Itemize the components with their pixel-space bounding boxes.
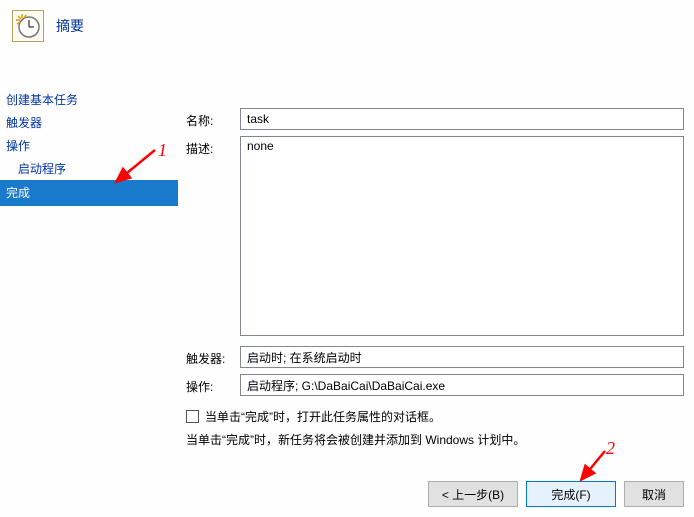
name-label: 名称: xyxy=(186,108,240,129)
back-button[interactable]: < 上一步(B) xyxy=(428,481,518,507)
finish-button[interactable]: 完成(F) xyxy=(526,481,616,507)
action-label: 操作: xyxy=(186,374,240,395)
finish-info-text: 当单击“完成”时，新任务将会被创建并添加到 Windows 计划中。 xyxy=(186,431,684,448)
open-properties-checkbox[interactable] xyxy=(186,410,199,423)
page-title: 摘要 xyxy=(56,16,84,36)
description-label: 描述: xyxy=(186,136,240,157)
wizard-steps-sidebar: 创建基本任务 触发器 操作 启动程序 完成 xyxy=(0,88,178,206)
sidebar-item-finish[interactable]: 完成 xyxy=(0,180,178,206)
trigger-field[interactable] xyxy=(240,346,684,368)
sidebar-item-trigger[interactable]: 触发器 xyxy=(0,111,178,134)
clock-icon xyxy=(12,10,44,42)
trigger-label: 触发器: xyxy=(186,346,240,367)
sidebar-item-start-program[interactable]: 启动程序 xyxy=(0,157,178,180)
description-field[interactable] xyxy=(240,136,684,336)
sidebar-item-action[interactable]: 操作 xyxy=(0,134,178,157)
open-properties-label: 当单击“完成”时，打开此任务属性的对话框。 xyxy=(205,408,441,425)
name-field[interactable] xyxy=(240,108,684,130)
cancel-button[interactable]: 取消 xyxy=(624,481,684,507)
action-field[interactable] xyxy=(240,374,684,396)
sidebar-item-create-task[interactable]: 创建基本任务 xyxy=(0,88,178,111)
